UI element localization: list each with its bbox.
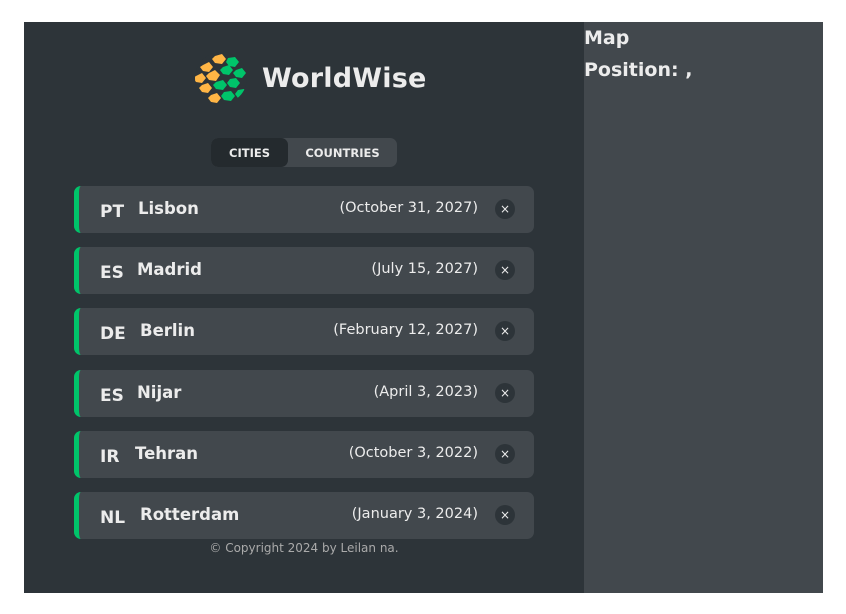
city-item[interactable]: PT Lisbon (October 31, 2027) × [74, 186, 534, 233]
delete-city-button[interactable]: × [495, 321, 515, 342]
city-date: (April 3, 2023) [373, 383, 478, 400]
country-flag: ES [100, 385, 124, 406]
city-name: Nijar [137, 382, 182, 402]
sidebar: WorldWise CITIES COUNTRIES PT Lisbon (Oc… [24, 22, 584, 593]
city-list: PT Lisbon (October 31, 2027) × ES Madrid… [74, 186, 534, 553]
country-flag: IR [100, 446, 120, 467]
map-position: Position: , [584, 59, 693, 81]
city-name: Berlin [140, 321, 195, 341]
city-item[interactable]: ES Madrid (July 15, 2027) × [74, 247, 534, 295]
delete-city-button[interactable]: × [495, 260, 515, 281]
city-name: Lisbon [138, 199, 199, 218]
city-name: Rotterdam [140, 504, 240, 524]
map-panel[interactable]: Map Position: , [584, 22, 823, 593]
city-date: (October 3, 2022) [348, 444, 478, 461]
delete-city-button[interactable]: × [495, 443, 515, 464]
city-date: (July 15, 2027) [371, 261, 478, 278]
tab-countries[interactable]: COUNTRIES [288, 138, 397, 167]
city-date: (January 3, 2024) [351, 505, 478, 522]
city-name: Madrid [137, 260, 202, 280]
tab-cities[interactable]: CITIES [211, 138, 288, 167]
logo[interactable]: WorldWise [194, 51, 427, 105]
country-flag: NL [100, 507, 126, 528]
city-country-tabs: CITIES COUNTRIES [211, 138, 397, 167]
city-date: (October 31, 2027) [339, 200, 478, 216]
city-name: Tehran [135, 443, 199, 463]
logo-text: WorldWise [262, 62, 427, 94]
globe-logo-icon [195, 52, 247, 104]
app-container: WorldWise CITIES COUNTRIES PT Lisbon (Oc… [24, 22, 823, 593]
country-flag: DE [100, 324, 126, 345]
map-title: Map [584, 27, 630, 49]
country-flag: PT [100, 202, 125, 222]
copyright-text: © Copyright 2024 by Leilan na. [209, 541, 399, 555]
country-flag: ES [100, 263, 124, 284]
delete-city-button[interactable]: × [495, 199, 515, 219]
delete-city-button[interactable]: × [495, 504, 515, 525]
delete-city-button[interactable]: × [495, 382, 515, 403]
city-item[interactable]: DE Berlin (February 12, 2027) × [74, 308, 534, 356]
city-item[interactable]: NL Rotterdam (January 3, 2024) × [74, 491, 534, 539]
city-date: (February 12, 2027) [333, 322, 478, 339]
city-item[interactable]: ES Nijar (April 3, 2023) × [74, 369, 534, 417]
city-item[interactable]: IR Tehran (October 3, 2022) × [74, 430, 534, 478]
